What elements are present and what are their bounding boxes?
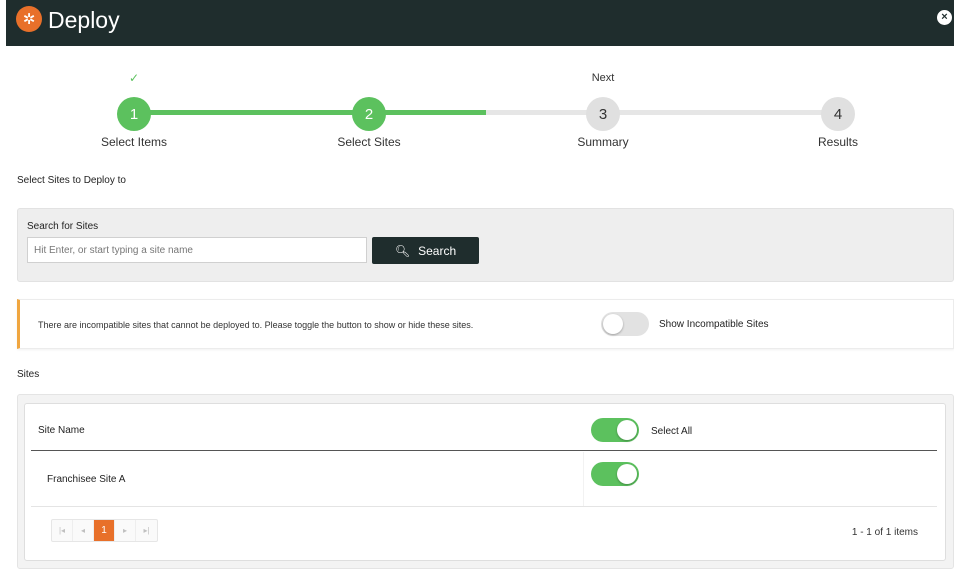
step-select-sites[interactable]: 2 Select Sites [289, 70, 449, 149]
check-icon: ✓ [128, 71, 140, 85]
column-header-site-name[interactable]: Site Name [38, 425, 85, 436]
toggle-knob [617, 464, 637, 484]
search-button-label: Search [418, 243, 457, 258]
table-header: Site Name Select All [25, 404, 945, 452]
header-divider [31, 450, 937, 451]
show-incompatible-toggle[interactable] [601, 312, 649, 336]
search-label: Search for Sites [27, 221, 99, 232]
pagination: |◂ ◂ 1 ▸ ▸| [51, 519, 158, 542]
step-note [758, 70, 918, 86]
row-divider [31, 506, 937, 507]
step-number: 2 [352, 97, 386, 131]
step-results[interactable]: 4 Results [758, 70, 918, 149]
table-row: Franchisee Site A [25, 452, 945, 506]
site-name-cell: Franchisee Site A [47, 474, 126, 485]
page-button-current[interactable]: 1 [94, 520, 115, 541]
toggle-knob [603, 314, 623, 334]
step-label: Results [817, 135, 858, 149]
search-icon: 🔍︎ [394, 243, 411, 258]
last-page-icon[interactable]: ▸| [136, 520, 157, 541]
close-icon[interactable]: × [937, 10, 952, 25]
alert-message: There are incompatible sites that cannot… [38, 320, 474, 330]
search-button[interactable]: 🔍︎ Search [372, 237, 479, 264]
page-heading: Select Sites to Deploy to [17, 175, 126, 186]
step-number: 1 [117, 97, 151, 131]
first-page-icon[interactable]: |◂ [52, 520, 73, 541]
incompatible-sites-alert: There are incompatible sites that cannot… [17, 299, 954, 349]
next-page-icon[interactable]: ▸ [115, 520, 136, 541]
step-next-label: Next [591, 72, 615, 84]
step-select-items[interactable]: ✓ 1 Select Items [54, 70, 214, 149]
toggle-knob [617, 420, 637, 440]
show-incompatible-label: Show Incompatible Sites [659, 319, 769, 330]
step-label: Select Items [100, 135, 168, 149]
step-number: 3 [586, 97, 620, 131]
gear-icon: ✲ [16, 6, 42, 32]
step-note [289, 70, 449, 86]
step-label: Select Sites [337, 135, 401, 149]
step-number: 4 [821, 97, 855, 131]
select-all-toggle[interactable] [591, 418, 639, 442]
wizard-stepper: ✓ 1 Select Items 2 Select Sites Next 3 S… [0, 70, 954, 160]
select-all-label: Select All [651, 426, 693, 437]
step-label: Summary [577, 135, 629, 149]
site-select-toggle[interactable] [591, 462, 639, 486]
search-panel: Search for Sites 🔍︎ Search [17, 208, 954, 282]
prev-page-icon[interactable]: ◂ [73, 520, 94, 541]
dialog-title: Deploy [48, 7, 120, 33]
page-info: 1 - 1 of 1 items [851, 527, 918, 538]
dialog-header: ✲ Deploy × [6, 0, 954, 46]
sites-table: Site Name Select All Franchisee Site A |… [24, 403, 946, 561]
sites-heading: Sites [17, 369, 40, 380]
step-summary[interactable]: Next 3 Summary [523, 70, 683, 149]
sites-card: Site Name Select All Franchisee Site A |… [17, 394, 954, 569]
search-input[interactable] [27, 237, 367, 263]
